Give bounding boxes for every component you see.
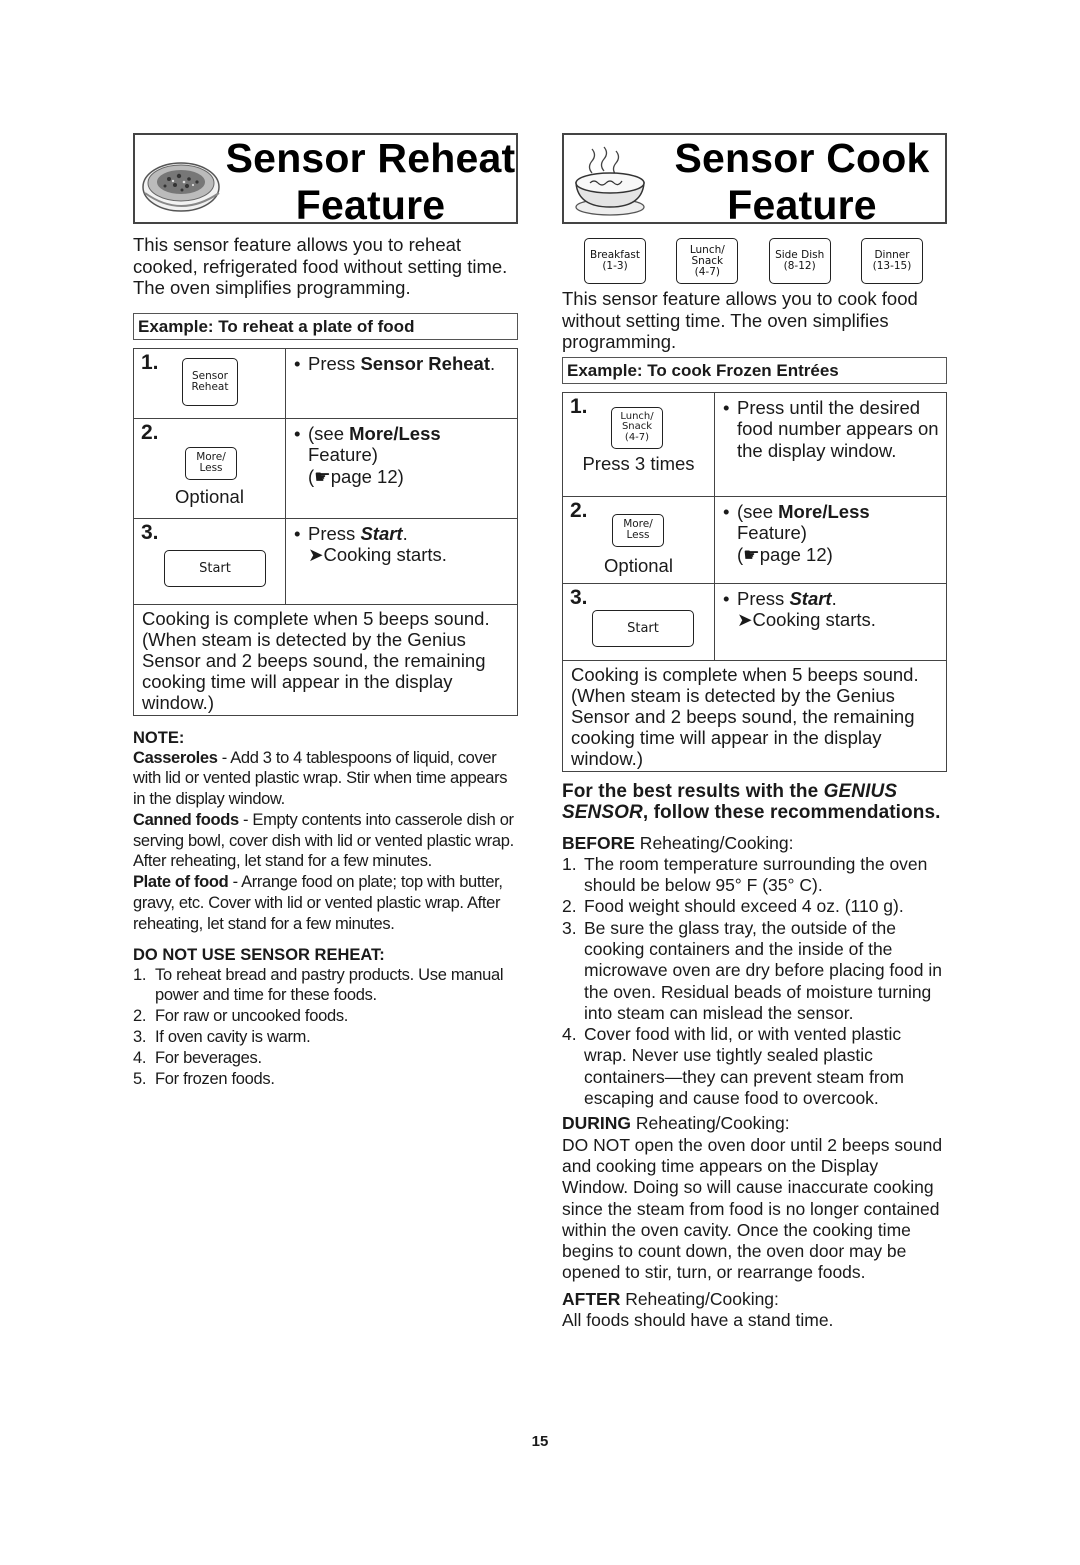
sensor-cook-section: Sensor Cook Feature Breakfast (1-3) Lunch…	[562, 133, 947, 1331]
title-line-2: Feature	[295, 182, 446, 228]
sensor-reheat-title-box: Sensor Reheat Feature	[133, 133, 518, 228]
after-label: AFTER Reheating/Cooking:	[562, 1288, 779, 1309]
list-item: 3. If oven cavity is warm.	[133, 1028, 311, 1047]
step-instruction: Press Start.	[308, 522, 408, 544]
complete-row: Cooking is complete when 5 beeps sound. …	[133, 603, 518, 716]
start-key[interactable]: Start	[164, 549, 266, 587]
step-number: 3.	[141, 520, 159, 544]
bullet: •	[723, 587, 730, 609]
step-row: 2. More/ Less Optional • (see More/Less …	[562, 495, 947, 584]
do-not-use-list: 1. To reheat bread and pastry products. U…	[133, 965, 518, 1090]
best-results-heading: For the best results with the GENIUS SEN…	[562, 780, 941, 824]
food-category-keys: Breakfast (1-3) Lunch/Snack (4-7) Side Dis…	[584, 238, 923, 284]
page-reference: (☛page 12)	[737, 543, 833, 565]
step-number: 1.	[141, 350, 159, 374]
lunch-snack-key[interactable]: Lunch/ Snack (4-7)	[611, 406, 663, 449]
step-row: 1. Lunch/ Snack (4-7) Press 3 times • Pr…	[562, 391, 947, 497]
sensor-cook-title-box: Sensor Cook Feature	[562, 133, 947, 228]
bullet: •	[294, 522, 301, 544]
title-line-2: Feature	[727, 182, 877, 228]
bullet: •	[294, 352, 301, 374]
bullet: •	[294, 422, 301, 444]
breakfast-key[interactable]: Breakfast (1-3)	[584, 238, 646, 284]
step-number: 1.	[570, 394, 588, 418]
page-reference: (☛page 12)	[308, 465, 404, 487]
sensor-cook-title: Sensor Cook Feature	[659, 135, 945, 229]
sensor-cook-steps-table: 1. Lunch/ Snack (4-7) Press 3 times • Pr…	[562, 391, 947, 772]
step-caption: Optional	[175, 485, 244, 507]
step-instruction: (see More/Less	[737, 500, 870, 522]
sensor-reheat-title: Sensor Reheat Feature	[225, 135, 516, 229]
step-number: 2.	[141, 420, 159, 444]
sensor-reheat-intro: This sensor feature allows you to reheat…	[133, 234, 508, 298]
list-item: 1. The room temperature surrounding the o…	[562, 853, 928, 896]
step-number: 3.	[570, 585, 588, 609]
dinner-key[interactable]: Dinner (13-15)	[860, 238, 923, 284]
before-list: 1. The room temperature surrounding the o…	[562, 854, 947, 1110]
during-label: DURING Reheating/Cooking:	[562, 1113, 790, 1134]
more-less-key[interactable]: More/ Less	[612, 513, 664, 547]
list-item: 4. For beverages.	[133, 1048, 262, 1067]
start-key[interactable]: Start	[592, 609, 694, 647]
after-text: All foods should have a stand time.	[562, 1310, 834, 1331]
step-row: 3. Start • Press Start. ➤Cooking starts.	[562, 582, 947, 661]
step-row: 2. More/ Less Optional • (see More/Less …	[133, 417, 518, 519]
cooking-complete-text: Cooking is complete when 5 beeps sound. …	[562, 659, 947, 772]
result-text: ➤Cooking starts.	[308, 544, 447, 565]
lunch-snack-key[interactable]: Lunch/Snack (4-7)	[676, 238, 739, 284]
step-caption: Press 3 times	[582, 452, 695, 474]
more-less-key[interactable]: More/ Less	[185, 446, 237, 480]
step-row: 1. Sensor Reheat • Press Sensor Reheat.	[133, 347, 518, 419]
note-item: Casseroles - Add 3 to 4 tablespoons of l…	[133, 748, 508, 809]
do-not-use-heading: DO NOT USE SENSOR REHEAT:	[133, 945, 385, 964]
title-line-1: Sensor Cook	[674, 135, 930, 181]
during-text: DO NOT open the oven door until 2 beeps …	[562, 1134, 943, 1283]
list-item: 1. To reheat bread and pastry products. U…	[133, 965, 504, 1005]
sensor-reheat-key[interactable]: Sensor Reheat	[182, 357, 238, 406]
step-number: 2.	[570, 498, 588, 522]
step-caption: Optional	[604, 554, 673, 576]
cooking-complete-text: Cooking is complete when 5 beeps sound. …	[133, 603, 518, 716]
sensor-reheat-section: Sensor Reheat Feature This sensor featur…	[133, 133, 518, 1089]
list-item: 5. For frozen foods.	[133, 1069, 275, 1088]
step-instruction: Press Start.	[737, 587, 837, 609]
list-item: 3. Be sure the glass tray, the outside of…	[562, 917, 942, 1023]
sensor-reheat-steps-table: 1. Sensor Reheat • Press Sensor Reheat. …	[133, 347, 518, 716]
note-item: Canned foods - Empty contents into casse…	[133, 810, 514, 871]
step-instruction: (see More/Less	[308, 422, 441, 444]
step-row: 3. Start • Press Start. ➤Cooking starts.	[133, 517, 518, 605]
list-item: 2. Food weight should exceed 4 oz. (110 g…	[562, 896, 904, 917]
complete-row: Cooking is complete when 5 beeps sound. …	[562, 659, 947, 772]
result-text: ➤Cooking starts.	[737, 609, 876, 630]
side-dish-key[interactable]: Side Dish (8-12)	[768, 238, 831, 284]
note-item: Plate of food - Arrange food on plate; t…	[133, 873, 503, 933]
sensor-cook-intro: This sensor feature allows you to cook f…	[562, 288, 918, 352]
steaming-bowl-icon	[575, 146, 645, 216]
list-item: 2. For raw or uncooked foods.	[133, 1007, 349, 1026]
bullet: •	[723, 500, 730, 522]
sensor-cook-example: Example: To cook Frozen Entrées	[562, 356, 947, 384]
notes: Casseroles - Add 3 to 4 tablespoons of l…	[133, 748, 518, 935]
plate-of-food-icon	[142, 162, 220, 212]
title-line-1: Sensor Reheat	[225, 135, 516, 181]
before-label: BEFORE Reheating/Cooking:	[562, 832, 794, 853]
step-instruction: Press until the desired food number appe…	[737, 396, 939, 461]
sensor-reheat-example: Example: To reheat a plate of food	[133, 312, 518, 340]
list-item: 4. Cover food with lid, or with vented pl…	[562, 1024, 905, 1109]
note-heading: NOTE:	[133, 728, 185, 747]
step-instruction: Press Sensor Reheat.	[308, 352, 496, 374]
page-number: 15	[531, 1433, 549, 1450]
bullet: •	[723, 396, 730, 418]
